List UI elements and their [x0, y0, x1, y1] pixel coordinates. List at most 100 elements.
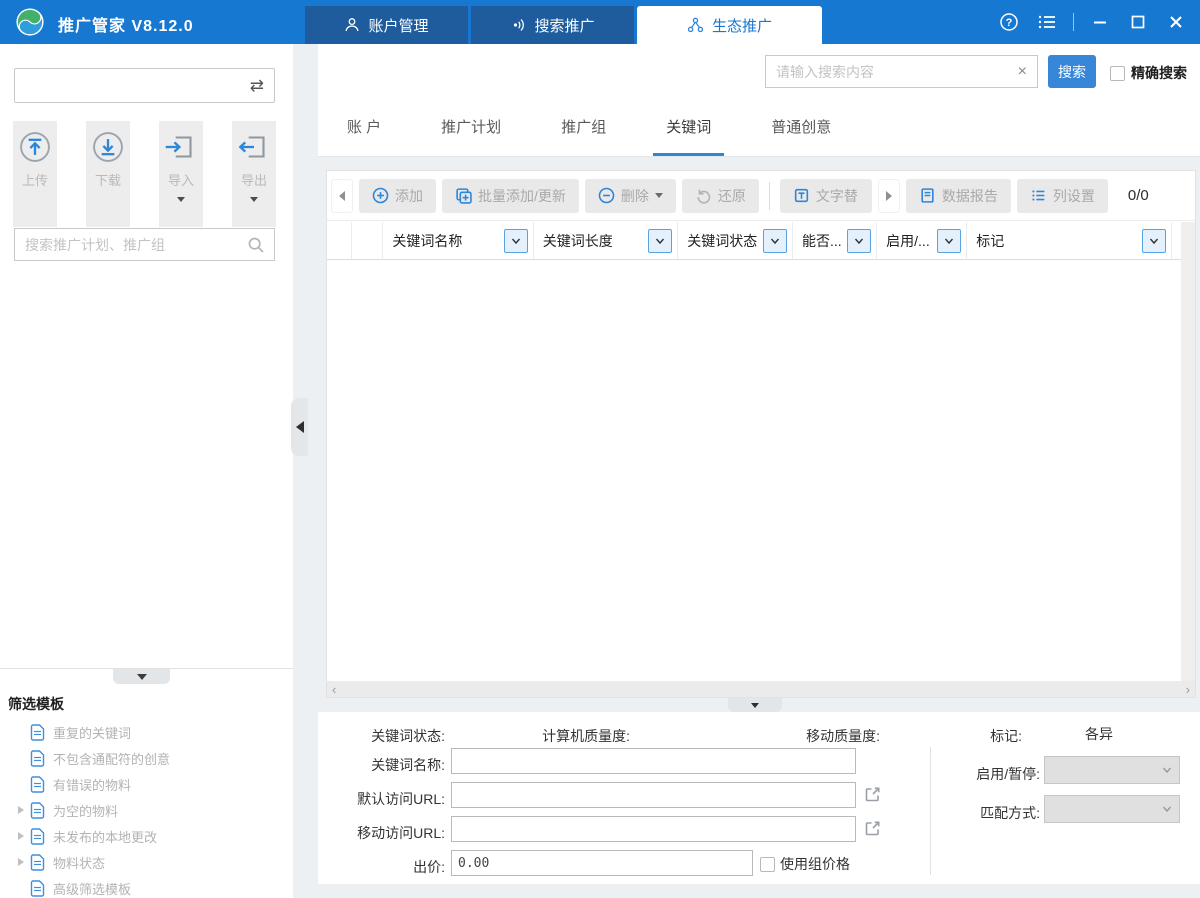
keyword-name-input[interactable] [451, 748, 856, 774]
scroll-left-arrow[interactable]: ‹ [332, 683, 336, 696]
header-keyword-length[interactable]: 关键词长度 [534, 222, 679, 259]
app-logo-icon [16, 8, 44, 36]
toolbar-scroll-right-button[interactable] [877, 178, 900, 213]
collapse-filter-panel-handle[interactable] [113, 669, 170, 684]
filter-item-empty-materials[interactable]: 为空的物料 [0, 797, 293, 823]
tab-campaign[interactable]: 推广计划 [428, 100, 514, 156]
column-settings-label: 列设置 [1052, 187, 1095, 204]
exact-search-checkbox[interactable] [1110, 65, 1125, 81]
use-group-price-checkbox[interactable] [760, 856, 775, 872]
export-label: 导出 [240, 173, 267, 188]
delete-dropdown-caret[interactable] [654, 193, 663, 198]
column-label: 关键词长度 [542, 232, 613, 249]
menu-icon[interactable] [1035, 10, 1059, 34]
table-body-empty[interactable] [327, 260, 1181, 682]
batch-add-label: 批量添加/更新 [478, 187, 566, 204]
filter-item-label: 不包含通配符的创意 [53, 751, 171, 767]
minimize-icon[interactable] [1088, 10, 1112, 34]
scroll-right-arrow[interactable]: › [1186, 683, 1190, 696]
column-filter-dropdown[interactable] [648, 228, 673, 253]
panel-splitter[interactable] [293, 44, 318, 898]
help-icon[interactable]: ? [997, 10, 1021, 34]
column-settings-button[interactable]: 列设置 [1016, 178, 1108, 213]
column-filter-dropdown[interactable] [1142, 228, 1166, 253]
maximize-icon[interactable] [1126, 10, 1150, 34]
export-button[interactable]: 导出 [232, 121, 276, 227]
column-filter-dropdown[interactable] [847, 228, 872, 253]
upload-button[interactable]: 上传 [13, 121, 57, 227]
header-can-column[interactable]: 能否... [793, 222, 878, 259]
column-filter-dropdown[interactable] [763, 228, 788, 253]
plan-search-input[interactable]: 搜索推广计划、推广组 [14, 228, 275, 261]
expander-icon[interactable] [14, 806, 28, 814]
export-dropdown-caret[interactable] [250, 197, 258, 202]
plan-tree-panel[interactable] [0, 262, 293, 667]
text-replace-label: 文字替 [815, 187, 858, 204]
bid-input[interactable] [451, 850, 753, 876]
tab-account-management[interactable]: 账户管理 [305, 6, 468, 44]
add-button[interactable]: 添加 [359, 178, 436, 213]
import-dropdown-caret[interactable] [177, 197, 185, 202]
match-type-select[interactable] [1044, 795, 1180, 823]
filter-item-duplicate-keywords[interactable]: 重复的关键词 [0, 719, 293, 745]
expander-icon[interactable] [14, 832, 28, 840]
triangle-left-icon [339, 190, 345, 201]
expander-icon[interactable] [14, 858, 28, 866]
filter-item-no-wildcard-creatives[interactable]: 不包含通配符的创意 [0, 745, 293, 771]
import-button[interactable]: 导入 [159, 121, 203, 227]
mobile-url-input[interactable] [451, 816, 856, 842]
header-keyword-status[interactable]: 关键词状态 [678, 222, 794, 259]
filter-item-label: 为空的物料 [53, 803, 119, 819]
header-mark-column[interactable]: 标记 [967, 222, 1172, 259]
tab-creative[interactable]: 普通创意 [758, 100, 844, 156]
header-bid-column[interactable]: 出 [1172, 222, 1181, 259]
data-report-button[interactable]: 数据报告 [905, 178, 1011, 213]
filter-item-advanced-filter-template[interactable]: 高级筛选模板 [0, 875, 293, 898]
mobile-url-label: 移动访问URL: [357, 825, 445, 841]
download-button[interactable]: 下载 [86, 121, 130, 227]
collapse-sidebar-handle[interactable] [291, 398, 308, 456]
voice-icon [514, 19, 525, 31]
close-icon[interactable] [1164, 10, 1188, 34]
default-url-input[interactable] [451, 782, 856, 808]
tab-adgroup[interactable]: 推广组 [548, 100, 619, 156]
filter-item-material-status[interactable]: 物料状态 [0, 849, 293, 875]
table-toolbar: 添加 批量添加/更新 删除 还原 文字替 数据报告 列设置 0/0 [327, 171, 1195, 221]
column-filter-dropdown[interactable] [937, 228, 962, 253]
restore-button[interactable]: 还原 [681, 178, 759, 213]
table-header: 关键词名称 关键词长度 关键词状态 能否... 启用/... 标记 [327, 222, 1181, 260]
tab-keyword[interactable]: 关键词 [653, 100, 725, 156]
toolbar-separator [768, 181, 770, 210]
tab-search-promotion[interactable]: 搜索推广 [471, 6, 634, 44]
batch-add-update-button[interactable]: 批量添加/更新 [442, 178, 579, 213]
swap-accounts-icon[interactable]: ⇄ [250, 77, 264, 94]
keyword-status-label: 关键词状态: [371, 728, 445, 744]
filter-item-error-materials[interactable]: 有错误的物料 [0, 771, 293, 797]
account-selector[interactable]: ⇄ [14, 68, 275, 103]
horizontal-scrollbar[interactable]: ‹ › [327, 681, 1195, 697]
collapse-detail-panel-handle[interactable] [728, 698, 782, 712]
filter-item-label: 物料状态 [53, 855, 106, 871]
tab-account[interactable]: 账 户 [334, 100, 394, 156]
document-icon [30, 827, 45, 845]
text-replace-button[interactable]: 文字替 [779, 178, 872, 213]
main-search-input[interactable]: 请输入搜索内容 × [765, 55, 1038, 88]
filter-item-unpublished-local-changes[interactable]: 未发布的本地更改 [0, 823, 293, 849]
column-label: 关键词状态 [687, 232, 758, 249]
tab-eco-promotion[interactable]: 生态推广 [637, 6, 822, 44]
search-button[interactable]: 搜索 [1048, 55, 1096, 88]
clear-search-icon[interactable]: × [1018, 63, 1027, 81]
open-url-icon[interactable] [864, 820, 881, 837]
download-icon [93, 132, 123, 162]
enable-pause-select[interactable] [1044, 756, 1180, 784]
header-enable-column[interactable]: 启用/... [877, 222, 968, 259]
header-keyword-name[interactable]: 关键词名称 [383, 222, 534, 259]
vertical-scrollbar[interactable] [1181, 222, 1195, 682]
export-icon [238, 136, 265, 158]
import-icon [165, 136, 192, 158]
column-filter-dropdown[interactable] [503, 228, 528, 253]
search-icon[interactable] [247, 236, 265, 254]
delete-button[interactable]: 删除 [584, 178, 676, 213]
toolbar-scroll-left-button[interactable] [331, 178, 353, 213]
open-url-icon[interactable] [864, 786, 881, 803]
